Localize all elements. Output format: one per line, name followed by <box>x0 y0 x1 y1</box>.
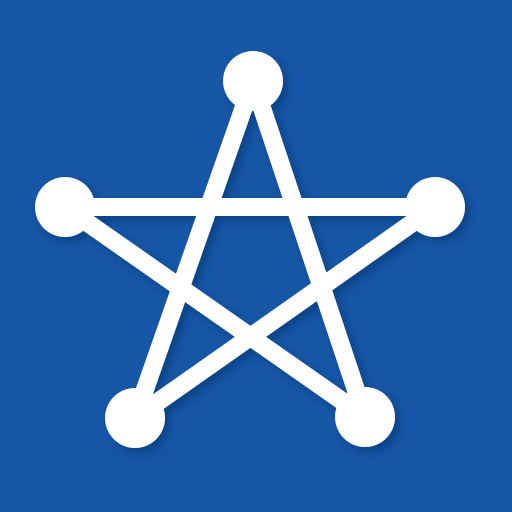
app-icon <box>0 0 512 512</box>
node-right <box>405 177 465 237</box>
node-bottom-right <box>335 387 395 447</box>
node-left <box>35 177 95 237</box>
node-bottom-left <box>105 388 165 448</box>
pentagram-node-graph-icon <box>0 0 512 512</box>
node-top <box>223 51 283 111</box>
